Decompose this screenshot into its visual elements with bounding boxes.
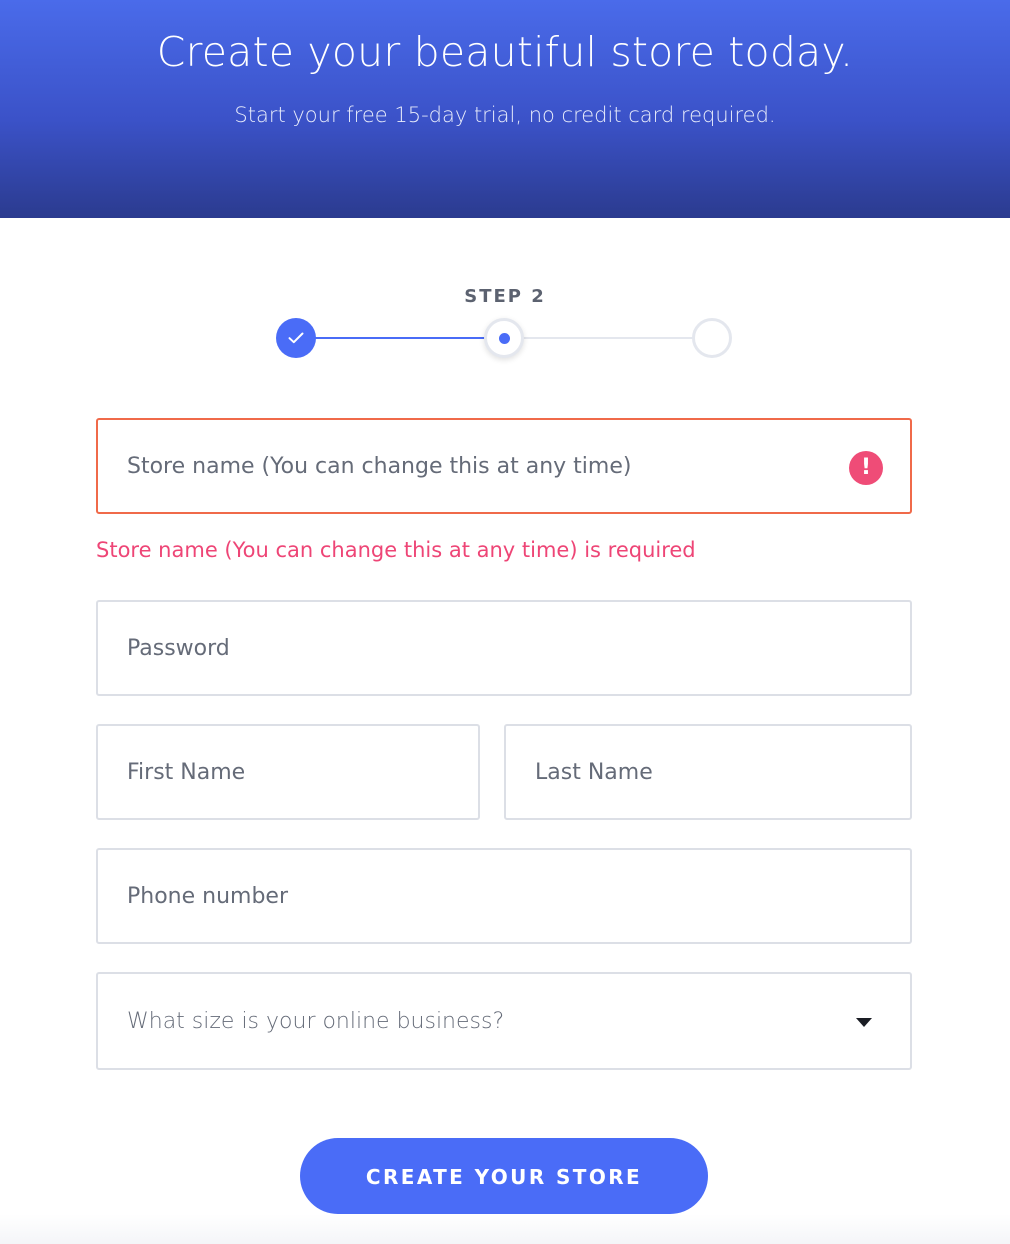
first-name-field[interactable] (96, 724, 480, 820)
business-size-selected-value: What size is your online business? (127, 1008, 505, 1034)
first-name-input[interactable] (127, 726, 407, 818)
store-name-error-message: Store name (You can change this at any t… (96, 538, 696, 562)
password-input[interactable] (127, 602, 839, 694)
alert-icon: ! (849, 451, 883, 485)
hero-subtitle: Start your free 15-day trial, no credit … (234, 103, 776, 127)
password-field[interactable] (96, 600, 912, 696)
create-store-button[interactable]: CREATE YOUR STORE (300, 1138, 708, 1214)
phone-number-field[interactable] (96, 848, 912, 944)
step-1-complete (276, 318, 316, 358)
business-size-select[interactable]: What size is your online business? (96, 972, 912, 1070)
page-bottom-fade (0, 1214, 1010, 1244)
checkmark-icon (288, 332, 304, 344)
step-3-pending (692, 318, 732, 358)
progress-stepper (276, 318, 732, 358)
hero-title: Create your beautiful store today. (156, 28, 854, 76)
store-name-input[interactable] (127, 420, 839, 512)
step-2-current (484, 318, 524, 358)
dropdown-caret-icon[interactable] (856, 1018, 872, 1027)
step-connector-complete (296, 337, 504, 339)
hero-banner: Create your beautiful store today. Start… (0, 0, 1010, 218)
last-name-input[interactable] (535, 726, 839, 818)
phone-number-input[interactable] (127, 850, 839, 942)
last-name-field[interactable] (504, 724, 912, 820)
store-name-field[interactable]: ! (96, 418, 912, 514)
current-step-dot-icon (498, 332, 510, 344)
step-label: STEP 2 (464, 286, 546, 307)
step-connector-pending (504, 337, 712, 339)
